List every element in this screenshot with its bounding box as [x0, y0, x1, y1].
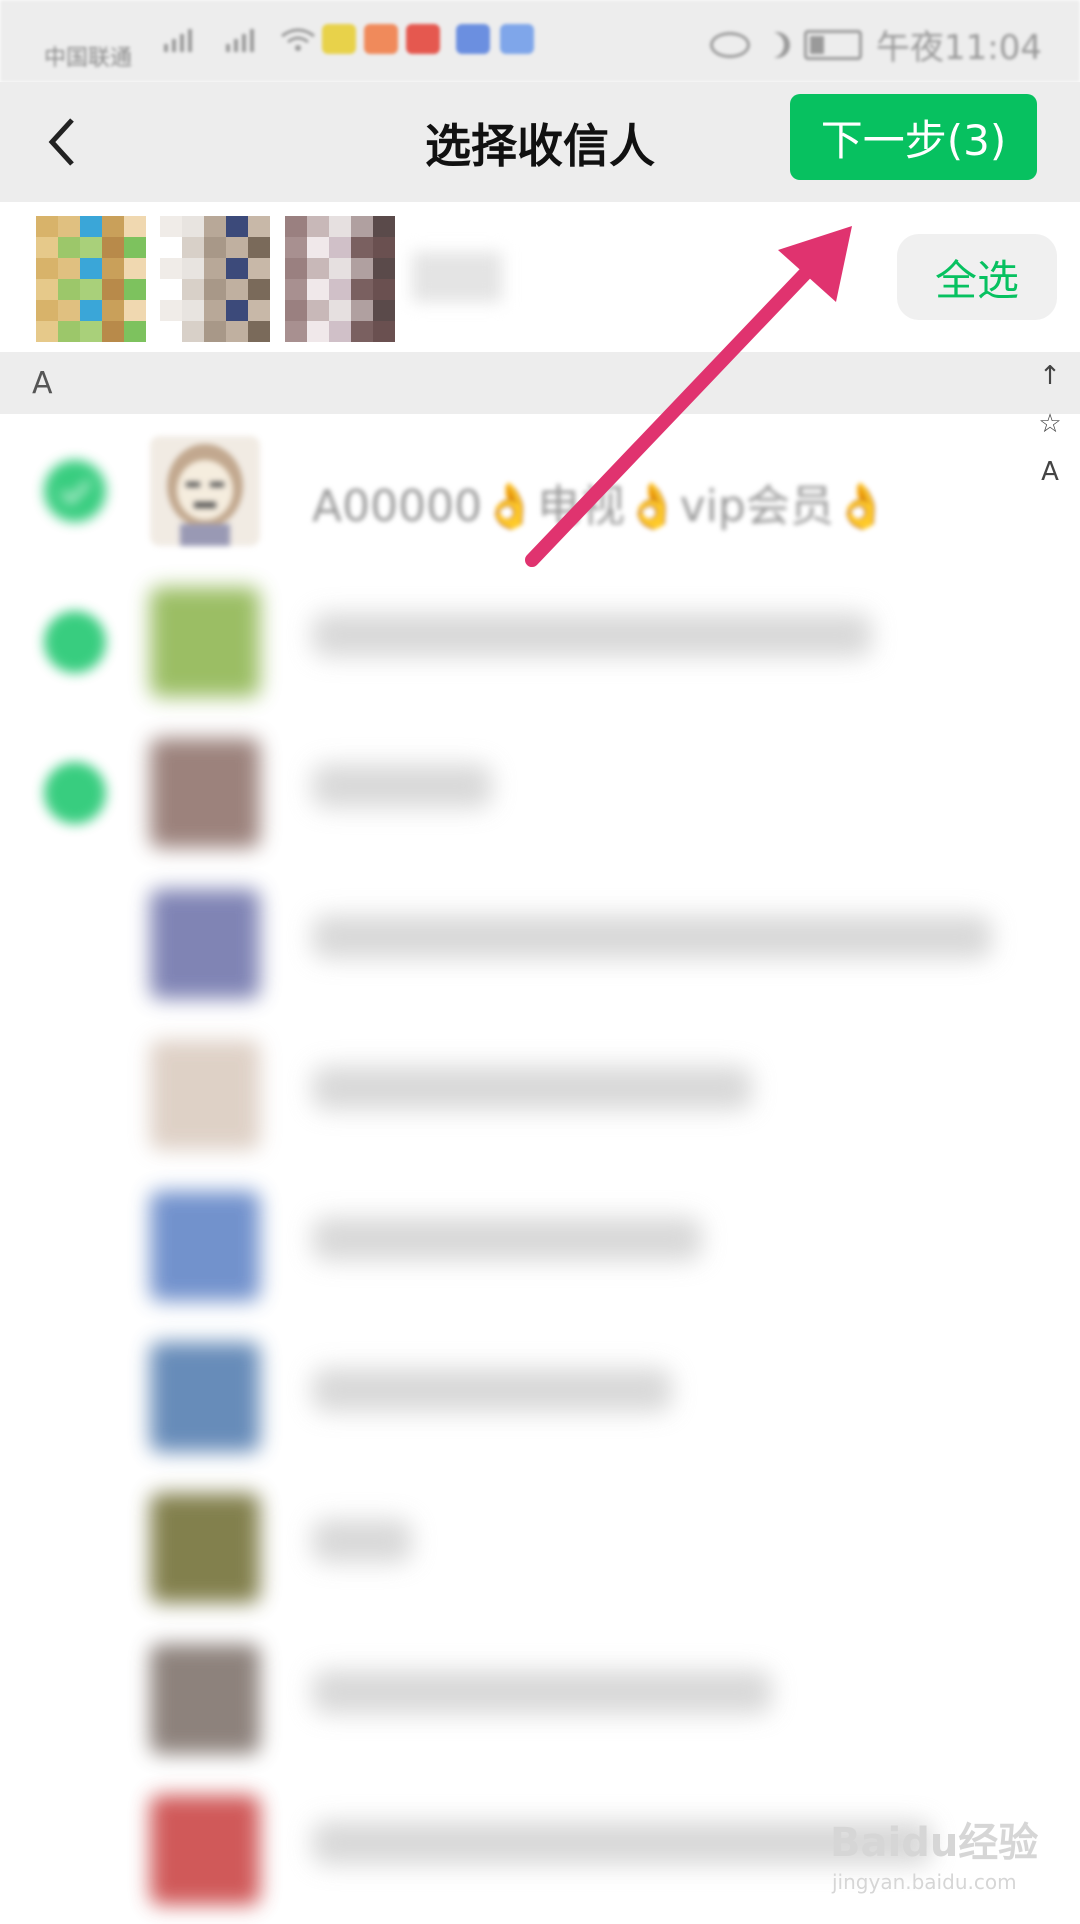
selected-avatar-1[interactable] [36, 216, 146, 342]
contact-name-blurred [312, 613, 872, 657]
list-item[interactable] [0, 1471, 1080, 1622]
checked-circle-icon[interactable] [44, 762, 106, 824]
unchecked-circle-icon[interactable] [44, 1064, 106, 1126]
unchecked-circle-icon[interactable] [44, 1517, 106, 1579]
list-item[interactable] [0, 1320, 1080, 1471]
contact-name-blurred [312, 764, 492, 808]
signal-icon [164, 29, 192, 52]
battery-icon [804, 29, 863, 60]
list-item[interactable] [0, 1169, 1080, 1320]
alpha-index-item[interactable]: ☆ [1038, 400, 1061, 448]
checked-circle-icon[interactable] [44, 460, 106, 522]
bulb-app-icon [456, 24, 490, 54]
contact-name-blurred [312, 1670, 772, 1714]
avatar [150, 1795, 260, 1905]
avatar [150, 1342, 260, 1452]
next-step-button[interactable]: 下一步(3) [790, 94, 1037, 180]
unchecked-circle-icon[interactable] [44, 1366, 106, 1428]
avatar [150, 1493, 260, 1603]
avatar [150, 1040, 260, 1150]
carrier-label: 中国联通 [44, 46, 133, 71]
news-app-icon [406, 24, 440, 54]
list-item[interactable] [0, 1622, 1080, 1773]
contact-name: A00000👌电视👌vip会员👌 [312, 481, 889, 532]
eye-icon [710, 31, 751, 58]
unchecked-circle-icon[interactable] [44, 913, 106, 975]
contact-name-blurred [312, 1519, 412, 1563]
k-app-icon [500, 24, 534, 54]
contact-name-blurred [312, 1217, 702, 1261]
contact-list: A00000👌电视👌vip会员👌 [0, 414, 1080, 1924]
contact-name-blurred [312, 1066, 752, 1110]
selected-recipients-bar: 全选 [0, 202, 1080, 352]
avatar [150, 738, 260, 848]
alpha-index-item[interactable]: ↑ [1039, 352, 1061, 400]
contact-name-blurred [312, 1368, 672, 1412]
list-item[interactable] [0, 867, 1080, 1018]
avatar [150, 1191, 260, 1301]
unchecked-circle-icon[interactable] [44, 1819, 106, 1881]
unchecked-circle-icon[interactable] [44, 1668, 106, 1730]
avatar [150, 1644, 260, 1754]
avatar [150, 587, 260, 697]
list-item[interactable] [0, 565, 1080, 716]
selected-avatar-3[interactable] [285, 216, 395, 342]
search-input[interactable] [412, 252, 502, 302]
watermark-brand: Baidu经验 [830, 1820, 1039, 1866]
wifi-icon [281, 28, 315, 51]
avatar [150, 436, 260, 546]
section-letter: A [32, 366, 53, 401]
checked-circle-icon[interactable] [44, 611, 106, 673]
status-right: 午夜11:04 [710, 20, 1042, 69]
avatar [150, 889, 260, 999]
list-item[interactable] [0, 1018, 1080, 1169]
list-item[interactable]: A00000👌电视👌vip会员👌 [0, 414, 1080, 565]
title-bar: 选择收信人 下一步(3) [0, 82, 1080, 202]
signal-icon-2 [226, 29, 254, 52]
alphabet-index: ↑ ☆ A [1030, 352, 1070, 496]
unchecked-circle-icon[interactable] [44, 1215, 106, 1277]
section-header: A [0, 352, 1080, 414]
select-all-button[interactable]: 全选 [897, 234, 1057, 320]
weibo-app-icon [364, 24, 398, 54]
list-item[interactable] [0, 716, 1080, 867]
moon-icon [764, 32, 790, 58]
alpha-index-item[interactable]: A [1041, 448, 1059, 496]
yy-app-icon [322, 24, 356, 54]
status-bar: 中国联通 午夜11:04 [0, 0, 1080, 82]
selected-avatar-2[interactable] [160, 216, 270, 342]
contact-name-blurred [312, 915, 992, 959]
watermark-url: jingyan.baidu.com [832, 1870, 1017, 1894]
clock: 午夜11:04 [876, 28, 1042, 68]
